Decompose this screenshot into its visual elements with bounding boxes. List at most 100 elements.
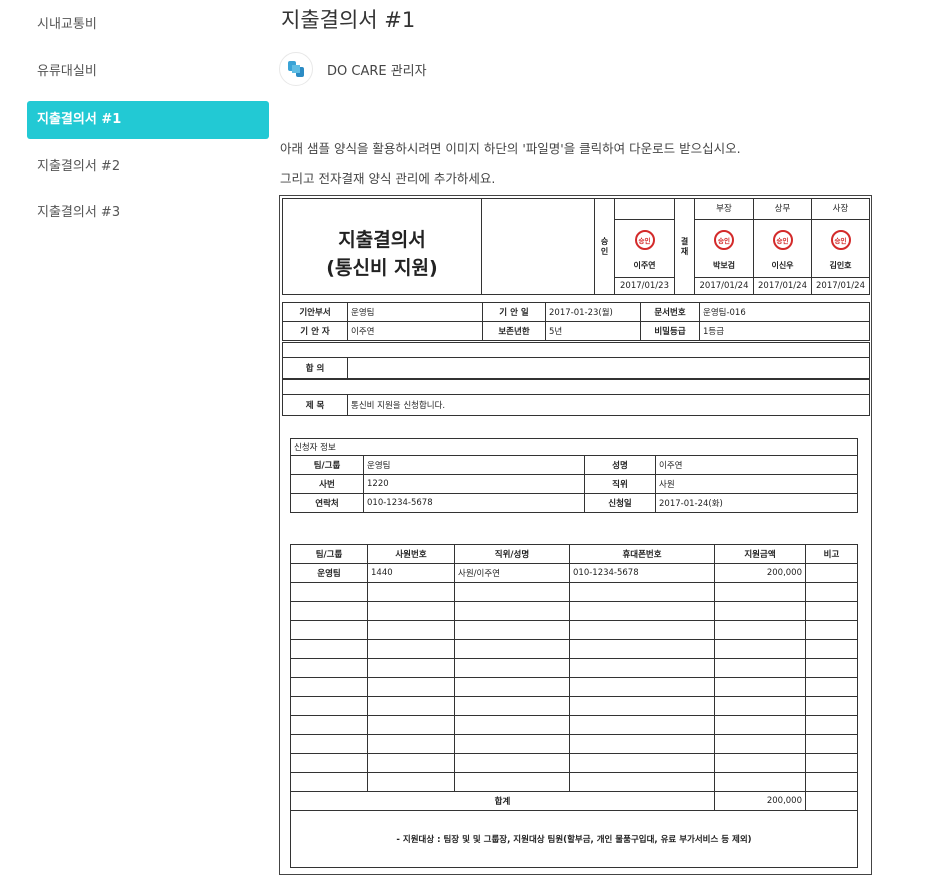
support-cell: 사원/이주연 [454,563,570,583]
applicant-contact-label: 연락처 [290,493,364,513]
meta-table: 기안부서 운영팀 기 안 일 2017-01-23(월) 문서번호 운영팀-01… [282,302,870,341]
table-row [290,715,858,735]
applicant-name-label: 성명 [584,455,656,475]
table-row [290,601,858,621]
form-subtitle: (통신비 지원) [326,257,438,279]
signer-date: 2017/01/24 [694,277,754,295]
applicant-info-header: 신청자 정보 [290,438,858,456]
table-row [290,696,858,716]
support-cell: 1440 [367,563,455,583]
dept-value: 운영팀 [347,302,483,322]
signer-date: 2017/01/24 [753,277,812,295]
agreement-value [347,357,870,379]
subject-value: 통신비 지원을 신청합니다. [347,394,870,416]
approve-stamp-cell: 승인 이주연 [614,219,675,278]
doc-number-label: 문서번호 [640,302,700,322]
spacer-row [282,379,870,395]
signer-role: 부장 [694,198,754,220]
signer-name: 박보검 [712,261,736,270]
author: DO CARE 관리자 [279,52,427,86]
drafter-label: 기 안 자 [282,321,348,341]
approval-stamp: 승인 [772,230,793,250]
table-row [290,677,858,697]
applicant-team-value: 운영팀 [363,455,585,475]
applicant-date-value: 2017-01-24(화) [655,493,858,513]
author-name: DO CARE 관리자 [327,63,427,79]
approval-stamp: 승인 [830,230,851,250]
sidebar-item-expense-report-1[interactable]: 지출결의서 #1 [27,101,269,139]
avatar [279,52,313,86]
security-value: 1등급 [699,321,870,341]
doc-number-value: 운영팀-016 [699,302,870,322]
drafter-value: 이주연 [347,321,483,341]
applicant-empno-value: 1220 [363,474,585,494]
sidebar-item-expense-report-3[interactable]: 지출결의서 #3 [27,194,269,232]
support-col-header: 사원번호 [367,544,455,564]
subject-table: 제 목 통신비 지원을 신청합니다. [282,394,870,416]
support-cell: 010-1234-5678 [569,563,715,583]
form-title: 지출결의서 [338,229,426,251]
signer-role: 사장 [811,198,870,220]
support-cell: 200,000 [714,563,806,583]
table-row [290,753,858,773]
approve-date: 2017/01/23 [614,277,675,295]
signer-stamp-cell: 승인 박보검 [694,219,754,278]
table-row [290,734,858,754]
support-table: 팀/그룹 사원번호 직위/성명 휴대폰번호 지원금액 비고 운영팀 1440 사… [290,544,858,868]
sidebar-item-city-transport[interactable]: 시내교통비 [27,6,269,44]
sign-label: 결재 [680,237,689,256]
approve-label: 승인 [600,237,609,256]
expense-report-form-image: 지출결의서 (통신비 지원) 승인 승인 이주연 2017/01/23 결재 부… [279,195,872,875]
signer-name: 김인호 [829,261,852,270]
applicant-contact-value: 010-1234-5678 [363,493,585,513]
subject-label: 제 목 [282,394,348,416]
applicant-team-label: 팀/그룹 [290,455,364,475]
approve-label-cell: 승인 [594,198,615,295]
support-total-value: 200,000 [714,791,806,811]
description-line-1: 아래 샘플 양식을 활용하시려면 이미지 하단의 '파일명'을 클릭하여 다운로… [280,141,741,156]
applicant-position-label: 직위 [584,474,656,494]
table-row: 운영팀 1440 사원/이주연 010-1234-5678 200,000 [290,563,858,583]
spacer-row [282,342,870,358]
approve-role-cell [614,198,675,220]
signer-role: 상무 [753,198,812,220]
support-cell [805,563,858,583]
form-title-box: 지출결의서 (통신비 지원) [282,198,482,295]
support-cell: 운영팀 [290,563,368,583]
support-col-header: 비고 [805,544,858,564]
applicant-date-label: 신청일 [584,493,656,513]
approval-stamp: 승인 [714,230,734,250]
sidebar-item-expense-report-2[interactable]: 지출결의서 #2 [27,148,269,186]
docare-logo-icon [288,61,304,77]
sidebar-item-fuel-expense[interactable]: 유류대실비 [27,53,269,91]
table-row [290,582,858,602]
support-col-header: 직위/성명 [454,544,570,564]
support-note: - 지원대상 : 팀장 및 및 그룹장, 지원대상 팀원(할부금, 개인 물품구… [290,810,858,868]
signer-stamp-cell: 승인 이신우 [753,219,812,278]
signer-date: 2017/01/24 [811,277,870,295]
agreement-table: 합 의 [282,357,870,379]
support-col-header: 팀/그룹 [290,544,368,564]
retention-value: 5년 [545,321,641,341]
form-blank-box [481,198,595,295]
description-line-2: 그리고 전자결재 양식 관리에 추가하세요. [280,171,496,186]
draft-date-label: 기 안 일 [482,302,546,322]
draft-date-value: 2017-01-23(월) [545,302,641,322]
sign-label-cell: 결재 [674,198,695,295]
dept-label: 기안부서 [282,302,348,322]
signer-name: 이신우 [771,261,794,270]
applicant-name-value: 이주연 [655,455,858,475]
support-total-label: 합계 [290,791,715,811]
applicant-position-value: 사원 [655,474,858,494]
table-row [290,639,858,659]
applicant-info-table: 신청자 정보 팀/그룹 운영팀 성명 이주연 사번 1220 직위 사원 연락처… [290,438,858,513]
page-title: 지출결의서 #1 [281,8,416,32]
security-label: 비밀등급 [640,321,700,341]
support-col-header: 지원금액 [714,544,806,564]
support-col-header: 휴대폰번호 [569,544,715,564]
retention-label: 보존년한 [482,321,546,341]
signer-stamp-cell: 승인 김인호 [811,219,870,278]
agreement-label: 합 의 [282,357,348,379]
table-row [290,620,858,640]
table-row [290,772,858,792]
